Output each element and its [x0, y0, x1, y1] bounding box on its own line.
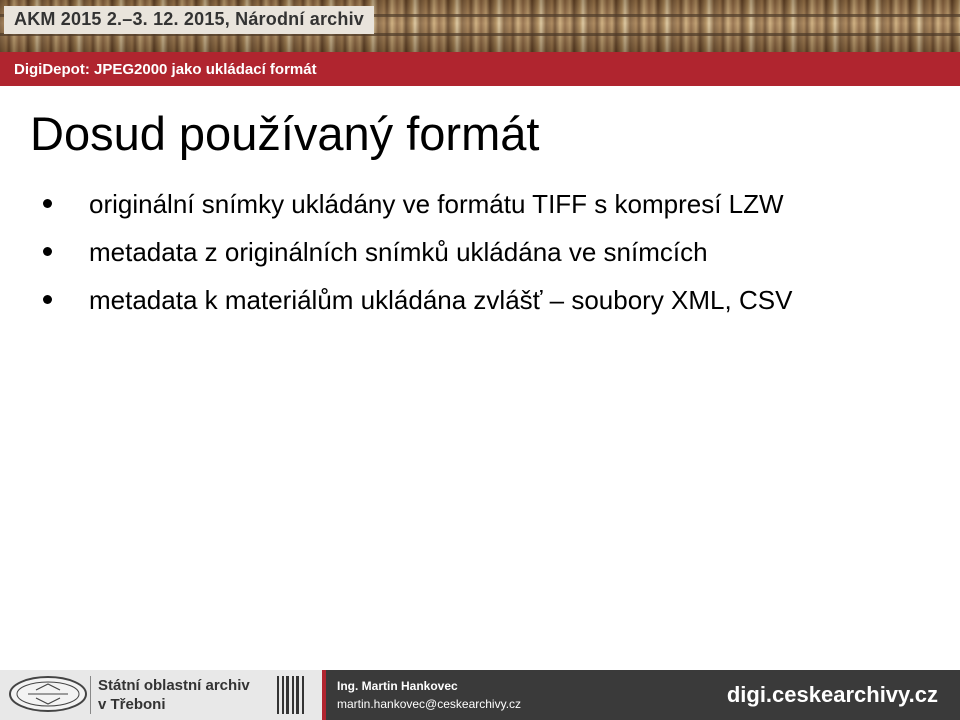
- presenter-email[interactable]: martin.hankovec@ceskearchivy.cz: [337, 697, 521, 711]
- footer: Státní oblastní archiv v Třeboni Ing. Ma…: [0, 670, 960, 720]
- bullet-icon: [43, 199, 52, 208]
- footer-accent-divider: [322, 670, 326, 720]
- bullet-text: metadata z originálních snímků ukládána …: [89, 237, 708, 267]
- website-url[interactable]: digi.ceskearchivy.cz: [727, 682, 938, 708]
- archive-name: Státní oblastní archiv v Třeboni: [98, 676, 250, 714]
- footer-archive-panel: Státní oblastní archiv v Třeboni: [0, 670, 322, 720]
- presentation-subtitle: DigiDepot: JPEG2000 jako ukládací formát: [14, 61, 317, 78]
- footer-divider: [90, 676, 91, 714]
- slide-title: Dosud používaný formát: [30, 107, 540, 160]
- barcode-icon: [277, 676, 305, 714]
- header-banner: AKM 2015 2.–3. 12. 2015, Národní archiv: [0, 0, 960, 52]
- presenter-name: Ing. Martin Hankovec: [337, 679, 458, 693]
- subtitle-bar: DigiDepot: JPEG2000 jako ukládací formát: [0, 52, 960, 86]
- conference-title: AKM 2015 2.–3. 12. 2015, Národní archiv: [4, 6, 374, 34]
- bullet-text: metadata k materiálům ukládána zvlášť – …: [89, 285, 793, 315]
- archive-seal-logo: [8, 675, 88, 713]
- bullet-icon: [43, 295, 52, 304]
- bullet-icon: [43, 247, 52, 256]
- archive-name-line1: Státní oblastní archiv: [98, 677, 250, 694]
- bullet-text: originální snímky ukládány ve formátu TI…: [89, 189, 784, 219]
- archive-name-line2: v Třeboni: [98, 696, 166, 713]
